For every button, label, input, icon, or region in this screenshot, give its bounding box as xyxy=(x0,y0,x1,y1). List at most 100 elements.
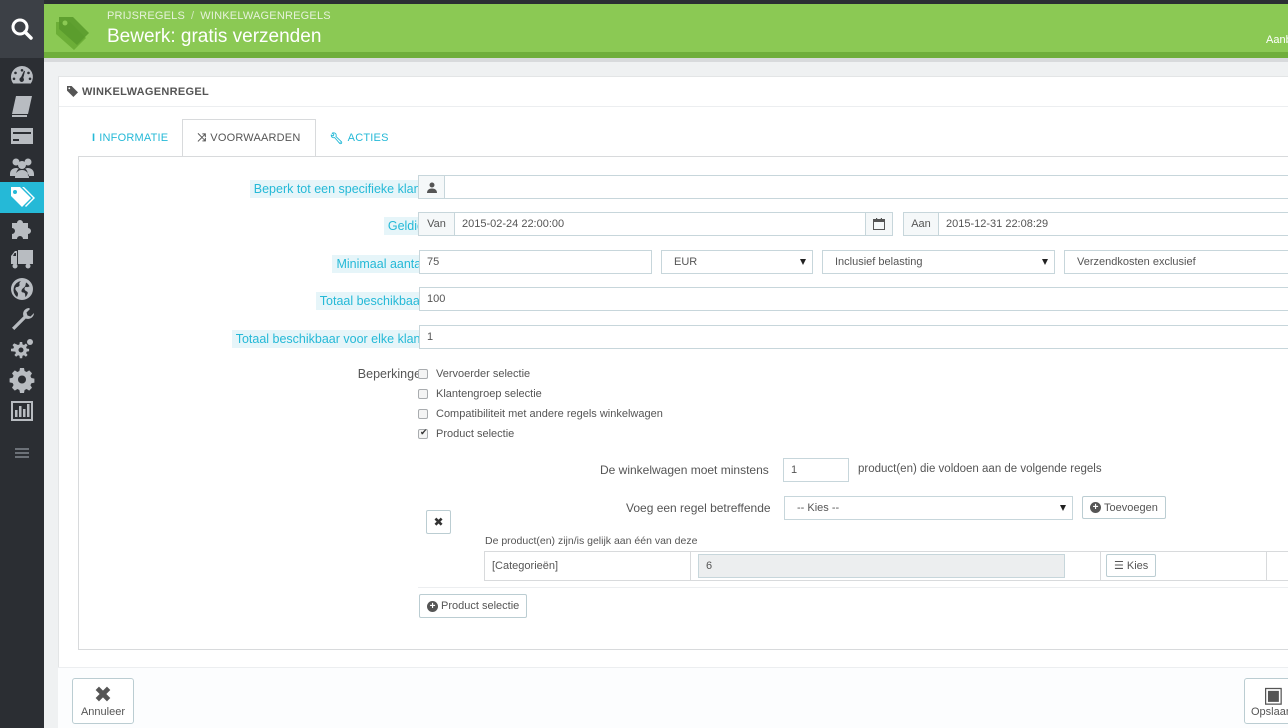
date-from-input[interactable]: 2015-02-24 22:00:00 xyxy=(454,212,866,236)
restriction-group[interactable]: Klantengroep selectie xyxy=(418,388,542,400)
save-button[interactable]: ▣ Opslaan xyxy=(1244,678,1288,724)
sidebar-item-advanced[interactable] xyxy=(0,335,44,366)
list-icon: ☰ xyxy=(1114,560,1124,572)
button-label: Opslaan xyxy=(1251,706,1288,718)
tags-icon xyxy=(56,17,89,50)
plus-circle-icon: + xyxy=(1090,502,1101,513)
remove-group-button[interactable]: ✖ xyxy=(426,510,451,534)
sidebar xyxy=(0,0,44,728)
checkbox[interactable] xyxy=(418,389,428,399)
min-amount-input[interactable]: 75 xyxy=(419,250,652,274)
sidebar-item-stats[interactable] xyxy=(0,396,44,427)
checkbox-label: Compatibiliteit met andere regels winkel… xyxy=(436,408,663,420)
shipping-select[interactable]: Verzendkosten exclusief xyxy=(1064,250,1288,274)
conditions-pane: Beperk tot een specifieke klant Geldig V… xyxy=(78,156,1288,650)
caret-down-icon xyxy=(1042,259,1048,265)
sidebar-search[interactable] xyxy=(0,0,44,58)
per-customer-input[interactable]: 1 xyxy=(419,325,1288,349)
min-products-suffix: product(en) die voldoen aan de volgende … xyxy=(858,463,1102,475)
restriction-product[interactable]: Product selectie xyxy=(418,427,515,440)
cell-divider xyxy=(690,552,691,580)
date-to-input[interactable]: 2015-12-31 22:08:29 xyxy=(938,212,1288,236)
sidebar-item-shipping[interactable] xyxy=(0,243,44,274)
product-selection-button[interactable]: + Product selectie xyxy=(419,594,528,618)
breadcrumb-item[interactable]: PRIJSREGELS xyxy=(107,10,185,22)
checkbox-label: Product selectie xyxy=(436,428,515,440)
checkbox-checked[interactable] xyxy=(418,427,428,439)
min-products-prefix: De winkelwagen moet minstens xyxy=(600,463,769,477)
page-header: PRIJSREGELS / WINKELWAGENREGELS Bewerk: gr… xyxy=(44,0,1288,58)
product-rule-table: [Categorieën] 6 ☰ Kies xyxy=(484,551,1288,581)
checkbox-label: Vervoerder selectie xyxy=(436,368,531,380)
currency-select[interactable]: EUR xyxy=(661,250,813,274)
checkbox[interactable] xyxy=(418,409,428,419)
total-label: Totaal beschikbaar xyxy=(315,292,428,310)
header-right-link[interactable]: Aanb xyxy=(1266,34,1288,46)
calendar-button[interactable] xyxy=(865,212,893,236)
total-input[interactable]: 100 xyxy=(419,287,1288,311)
sidebar-item-customers[interactable] xyxy=(0,152,44,183)
sidebar-item-localization[interactable] xyxy=(0,274,44,305)
stats-icon xyxy=(11,400,33,421)
sidebar-item-preferences[interactable] xyxy=(0,304,44,335)
checkbox-label: Klantengroep selectie xyxy=(436,388,542,400)
header-underbar xyxy=(44,58,1288,62)
close-icon: ✖ xyxy=(433,515,444,529)
sidebar-item-catalog[interactable] xyxy=(0,91,44,122)
tabs: i INFORMATIE ⤨ VOORWAARDEN 🔧︎ ACTIES xyxy=(78,119,403,157)
gear-icon xyxy=(9,368,35,394)
sidebar-item-administration[interactable] xyxy=(0,365,44,396)
tab-voorwaarden[interactable]: ⤨ VOORWAARDEN xyxy=(182,119,316,157)
choose-button[interactable]: ☰ Kies xyxy=(1106,554,1157,577)
info-icon: i xyxy=(92,132,96,144)
dashboard-icon xyxy=(11,66,33,84)
shipping-value: Verzendkosten exclusief xyxy=(1077,256,1196,268)
cancel-button[interactable]: ✖ Annuleer xyxy=(72,678,134,724)
caret-down-icon xyxy=(800,259,806,265)
restriction-carrier[interactable]: Vervoerder selectie xyxy=(418,368,530,380)
sidebar-item-modules[interactable] xyxy=(0,213,44,244)
tag-icon xyxy=(67,86,78,97)
page-title: Bewerk: gratis verzenden xyxy=(107,26,322,47)
customer-label: Beperk tot een specifieke klant xyxy=(249,180,428,198)
currency-value: EUR xyxy=(674,256,698,268)
localization-icon xyxy=(11,277,33,300)
sidebar-item-dashboard[interactable] xyxy=(0,60,44,91)
sidebar-item-price-rules[interactable] xyxy=(0,182,44,213)
sidebar-item-orders[interactable] xyxy=(0,121,44,152)
sidebar-collapse-button[interactable] xyxy=(0,438,44,468)
breadcrumb: PRIJSREGELS / WINKELWAGENREGELS xyxy=(107,10,331,22)
panel-heading: WINKELWAGENREGEL xyxy=(59,77,1288,107)
plus-circle-icon: + xyxy=(427,600,438,612)
min-amount-label: Minimaal aantal xyxy=(332,255,428,273)
breadcrumb-item[interactable]: WINKELWAGENREGELS xyxy=(200,10,331,22)
close-icon: ✖ xyxy=(93,682,113,707)
restriction-compatibility[interactable]: Compatibiliteit met andere regels winkel… xyxy=(418,408,663,420)
button-label: Toevoegen xyxy=(1104,501,1158,514)
wrench-icon xyxy=(12,308,34,331)
button-label: Annuleer xyxy=(80,706,126,718)
tab-informatie[interactable]: i INFORMATIE xyxy=(78,119,182,157)
calendar-icon xyxy=(873,218,885,230)
tab-label: ACTIES xyxy=(347,132,389,144)
cell-divider xyxy=(1100,552,1101,580)
cogs-icon xyxy=(11,338,33,358)
checkbox[interactable] xyxy=(418,369,428,379)
customer-input[interactable] xyxy=(444,175,1288,199)
caret-down-icon xyxy=(1060,505,1066,511)
rule-type-select[interactable]: -- Kies -- xyxy=(784,496,1073,520)
rule-count-input[interactable]: 6 xyxy=(698,554,1065,578)
panel-title: WINKELWAGENREGEL xyxy=(82,85,210,98)
tab-label: INFORMATIE xyxy=(99,132,169,144)
price-rules-icon xyxy=(11,187,35,208)
button-label: Kies xyxy=(1126,559,1149,572)
tab-acties[interactable]: 🔧︎ ACTIES xyxy=(316,119,403,157)
cell-divider xyxy=(1266,552,1267,580)
shuffle-icon: ⤨ xyxy=(197,131,207,144)
cart-rule-panel: WINKELWAGENREGEL i INFORMATIE ⤨ VOORWAARDE… xyxy=(58,76,1288,668)
modules-icon xyxy=(12,219,31,239)
customers-icon xyxy=(10,158,34,178)
min-products-input[interactable]: 1 xyxy=(783,458,849,482)
tax-select[interactable]: Inclusief belasting xyxy=(822,250,1055,274)
add-rule-button[interactable]: + Toevoegen xyxy=(1082,496,1166,519)
